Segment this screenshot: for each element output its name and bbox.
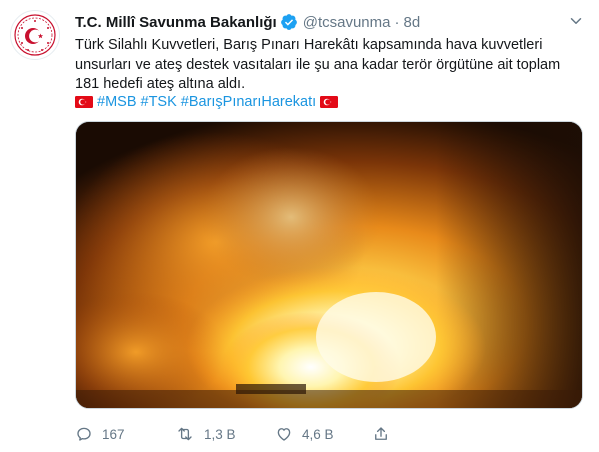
user-handle[interactable]: @tcsavunma: [303, 14, 391, 31]
hashtag-baris-pinari-harekati[interactable]: #BarışPınarıHarekatı: [181, 94, 316, 110]
retweet-count: 1,3 B: [204, 426, 236, 442]
turkish-flag-icon: [75, 96, 93, 108]
tweet-actions: 167 1,3 B 4,6 B: [75, 424, 575, 444]
separator-dot: ·: [394, 13, 400, 31]
hashtag-msb[interactable]: #MSB: [97, 94, 137, 110]
retweet-button[interactable]: 1,3 B: [175, 425, 275, 443]
reply-button[interactable]: 167: [75, 425, 175, 443]
hashtag-row: #MSB #TSK #BarışPınarıHarekatı: [75, 93, 339, 111]
share-icon: [375, 427, 387, 440]
tweet-card[interactable]: T.C. Millî Savunma Bakanlığı @tcsavunma …: [0, 0, 599, 452]
tweet-media-video[interactable]: [75, 121, 583, 409]
tweet-text: Türk Silahlı Kuvvetleri, Barış Pınarı Ha…: [75, 36, 575, 95]
tweet-header: T.C. Millî Savunma Bakanlığı @tcsavunma …: [75, 12, 420, 32]
tweet-text-line: 181 hedefi ateş altına aldı.: [75, 76, 246, 92]
reply-count: 167: [102, 426, 125, 442]
reply-icon: [77, 427, 91, 441]
like-count: 4,6 B: [302, 426, 334, 442]
tweet-text-line: Türk Silahlı Kuvvetleri, Barış Pınarı Ha…: [75, 37, 543, 53]
like-button[interactable]: 4,6 B: [275, 425, 372, 443]
heart-icon: [277, 428, 291, 441]
chevron-down-icon[interactable]: [567, 12, 585, 30]
display-name[interactable]: T.C. Millî Savunma Bakanlığı: [75, 14, 277, 31]
profile-avatar[interactable]: [10, 10, 60, 60]
retweet-icon: [178, 427, 192, 441]
explosion-video-frame: [76, 122, 582, 408]
tweet-text-line: unsurları ve ateş destek vasıtaları ile …: [75, 56, 561, 73]
ministry-emblem-icon: [14, 14, 56, 56]
share-button[interactable]: [372, 425, 399, 443]
turkish-flag-icon: [320, 96, 339, 108]
verified-badge-icon: [280, 13, 298, 31]
tweet-timestamp[interactable]: 8d: [403, 14, 420, 31]
hashtag-tsk[interactable]: #TSK: [141, 94, 177, 110]
